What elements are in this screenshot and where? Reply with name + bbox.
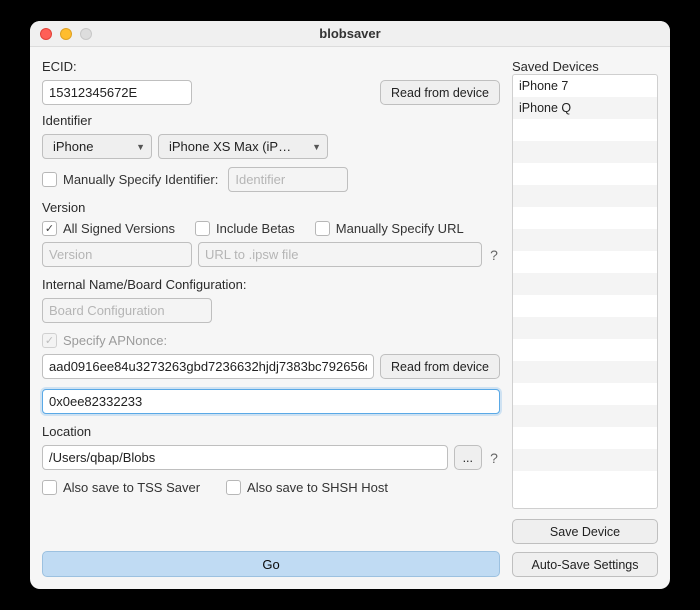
- manual-url-checkbox[interactable]: [315, 221, 330, 236]
- window-title: blobsaver: [30, 26, 670, 41]
- chevron-down-icon: ▼: [312, 142, 321, 152]
- include-betas-checkbox[interactable]: [195, 221, 210, 236]
- traffic-lights: [40, 28, 92, 40]
- version-label: Version: [42, 200, 500, 215]
- list-item: .: [513, 163, 657, 185]
- platform-value: iPhone: [53, 139, 93, 154]
- list-item: .: [513, 229, 657, 251]
- minimize-icon[interactable]: [60, 28, 72, 40]
- list-item: .: [513, 273, 657, 295]
- manual-identifier-label: Manually Specify Identifier:: [63, 172, 218, 187]
- specify-apnonce-checkbox: [42, 333, 57, 348]
- list-item: .: [513, 449, 657, 471]
- list-item: .: [513, 207, 657, 229]
- browse-button[interactable]: ...: [454, 445, 482, 470]
- location-help-icon[interactable]: ?: [488, 450, 500, 466]
- shsh-checkbox[interactable]: [226, 480, 241, 495]
- app-window: blobsaver ECID: Read from device Identif…: [30, 21, 670, 589]
- list-item: .: [513, 141, 657, 163]
- apnonce-read-button[interactable]: Read from device: [380, 354, 500, 379]
- main-form: ECID: Read from device Identifier iPhone…: [42, 57, 500, 577]
- manual-identifier-checkbox[interactable]: [42, 172, 57, 187]
- location-label: Location: [42, 424, 500, 439]
- save-device-button[interactable]: Save Device: [512, 519, 658, 544]
- all-signed-checkbox[interactable]: [42, 221, 57, 236]
- ipsw-url-input: [198, 242, 482, 267]
- all-signed-label: All Signed Versions: [63, 221, 175, 236]
- model-value: iPhone XS Max (iP…: [169, 139, 291, 154]
- version-input: [42, 242, 192, 267]
- close-icon[interactable]: [40, 28, 52, 40]
- tss-label: Also save to TSS Saver: [63, 480, 200, 495]
- board-config-input: [42, 298, 212, 323]
- ecid-input[interactable]: [42, 80, 192, 105]
- zoom-icon: [80, 28, 92, 40]
- manual-identifier-input: [228, 167, 348, 192]
- saved-devices-pane: Saved Devices iPhone 7 iPhone Q . . . . …: [512, 57, 658, 577]
- saved-devices-label: Saved Devices: [512, 59, 658, 74]
- apnonce-input[interactable]: [42, 354, 374, 379]
- list-item: .: [513, 317, 657, 339]
- list-item[interactable]: iPhone Q: [513, 97, 657, 119]
- chevron-down-icon: ▼: [136, 142, 145, 152]
- saved-devices-list[interactable]: iPhone 7 iPhone Q . . . . . . . . . . . …: [512, 74, 658, 509]
- titlebar: blobsaver: [30, 21, 670, 47]
- list-item[interactable]: iPhone 7: [513, 75, 657, 97]
- list-item: .: [513, 405, 657, 427]
- include-betas-label: Include Betas: [216, 221, 295, 236]
- list-item: .: [513, 119, 657, 141]
- list-item: .: [513, 251, 657, 273]
- shsh-label: Also save to SHSH Host: [247, 480, 388, 495]
- list-item: .: [513, 383, 657, 405]
- go-button[interactable]: Go: [42, 551, 500, 577]
- tss-checkbox[interactable]: [42, 480, 57, 495]
- manual-url-label: Manually Specify URL: [336, 221, 464, 236]
- ecid-read-button[interactable]: Read from device: [380, 80, 500, 105]
- content-area: ECID: Read from device Identifier iPhone…: [30, 47, 670, 589]
- auto-save-settings-button[interactable]: Auto-Save Settings: [512, 552, 658, 577]
- list-item: .: [513, 471, 657, 493]
- board-label: Internal Name/Board Configuration:: [42, 277, 500, 292]
- identifier-label: Identifier: [42, 113, 500, 128]
- list-item: .: [513, 427, 657, 449]
- ecid-label: ECID:: [42, 59, 500, 74]
- generator-input[interactable]: [42, 389, 500, 414]
- list-item: .: [513, 295, 657, 317]
- list-item: .: [513, 339, 657, 361]
- platform-select[interactable]: iPhone ▼: [42, 134, 152, 159]
- list-item: .: [513, 185, 657, 207]
- list-item: .: [513, 361, 657, 383]
- specify-apnonce-label: Specify APNonce:: [63, 333, 167, 348]
- location-input[interactable]: [42, 445, 448, 470]
- model-select[interactable]: iPhone XS Max (iP… ▼: [158, 134, 328, 159]
- version-help-icon[interactable]: ?: [488, 247, 500, 263]
